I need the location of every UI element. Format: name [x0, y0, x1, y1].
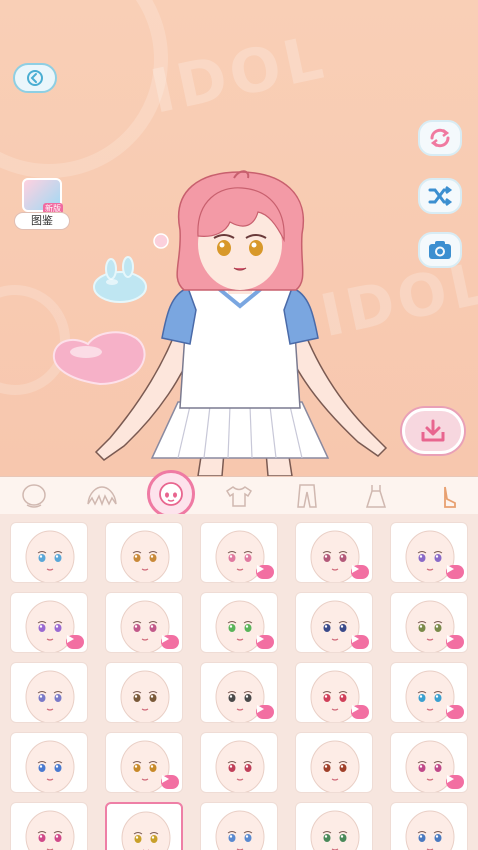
face-option[interactable] — [10, 662, 88, 723]
shuffle-button[interactable] — [418, 178, 462, 214]
camera-icon — [429, 241, 451, 259]
watermark-text: IDOL — [144, 22, 333, 128]
face-option[interactable] — [295, 592, 373, 653]
face-option[interactable] — [295, 522, 373, 583]
shuffle-icon — [428, 186, 453, 206]
avatar-character — [94, 170, 388, 476]
tab-dress[interactable] — [341, 477, 409, 515]
face-option[interactable] — [105, 522, 183, 583]
face-preview — [405, 810, 455, 850]
face-option[interactable] — [105, 802, 183, 850]
face-option[interactable] — [390, 802, 468, 850]
tab-shoes[interactable] — [410, 477, 478, 515]
gallery-label: 图鉴 — [14, 212, 70, 230]
face-option[interactable] — [200, 522, 278, 583]
tab-pants[interactable] — [273, 477, 341, 515]
back-button[interactable] — [13, 63, 57, 93]
face-option[interactable] — [295, 802, 373, 850]
face-preview — [310, 810, 360, 850]
reset-button[interactable] — [418, 120, 462, 156]
face-preview — [25, 740, 75, 792]
avatar-stage: IDOL IDOL 新版 图鉴 — [0, 0, 478, 476]
video-play-icon — [256, 635, 274, 649]
shoe-icon — [443, 486, 456, 508]
face-preview — [120, 530, 170, 582]
face-option[interactable] — [200, 662, 278, 723]
video-play-icon — [446, 635, 464, 649]
pants-icon — [297, 484, 318, 508]
video-play-icon — [351, 635, 369, 649]
face-preview — [25, 810, 75, 850]
category-tab-bar — [0, 470, 478, 518]
face-preview — [215, 740, 265, 792]
tab-face[interactable] — [137, 470, 205, 518]
face-option[interactable] — [10, 802, 88, 850]
face-option[interactable] — [200, 732, 278, 793]
face-option[interactable] — [200, 592, 278, 653]
face-option[interactable] — [105, 592, 183, 653]
face-option[interactable] — [10, 732, 88, 793]
face-option[interactable] — [390, 592, 468, 653]
face-icon — [158, 482, 183, 506]
back-arrow-icon — [27, 70, 43, 86]
video-play-icon — [446, 775, 464, 789]
video-play-icon — [66, 635, 84, 649]
face-option[interactable] — [390, 522, 468, 583]
tab-top[interactable] — [205, 477, 273, 515]
face-preview — [120, 670, 170, 722]
face-options-panel — [0, 514, 478, 850]
face-option[interactable] — [295, 662, 373, 723]
dress-icon — [365, 485, 386, 508]
face-preview — [25, 530, 75, 582]
face-option[interactable] — [105, 732, 183, 793]
face-option[interactable] — [105, 662, 183, 723]
tab-head[interactable] — [0, 477, 68, 515]
head-outline-icon — [22, 484, 46, 508]
refresh-icon — [430, 128, 450, 148]
face-option[interactable] — [295, 732, 373, 793]
face-preview — [310, 740, 360, 792]
video-play-icon — [256, 565, 274, 579]
video-play-icon — [161, 635, 179, 649]
video-play-icon — [446, 565, 464, 579]
face-option[interactable] — [10, 592, 88, 653]
download-icon — [421, 419, 445, 442]
hair-icon — [87, 486, 118, 507]
face-preview — [121, 811, 171, 850]
face-preview — [215, 810, 265, 850]
video-play-icon — [351, 565, 369, 579]
face-option[interactable] — [10, 522, 88, 583]
face-option[interactable] — [390, 662, 468, 723]
gallery-button[interactable]: 新版 图鉴 — [14, 176, 70, 232]
face-options-grid — [10, 522, 468, 850]
face-tab-bubble — [146, 470, 195, 518]
face-preview — [25, 670, 75, 722]
face-option[interactable] — [200, 802, 278, 850]
download-button[interactable] — [402, 408, 464, 454]
face-option[interactable] — [390, 732, 468, 793]
camera-button[interactable] — [418, 232, 462, 268]
video-play-icon — [351, 705, 369, 719]
video-play-icon — [446, 705, 464, 719]
shirt-icon — [225, 486, 252, 507]
tab-hair[interactable] — [68, 477, 136, 515]
video-play-icon — [161, 775, 179, 789]
video-play-icon — [256, 705, 274, 719]
